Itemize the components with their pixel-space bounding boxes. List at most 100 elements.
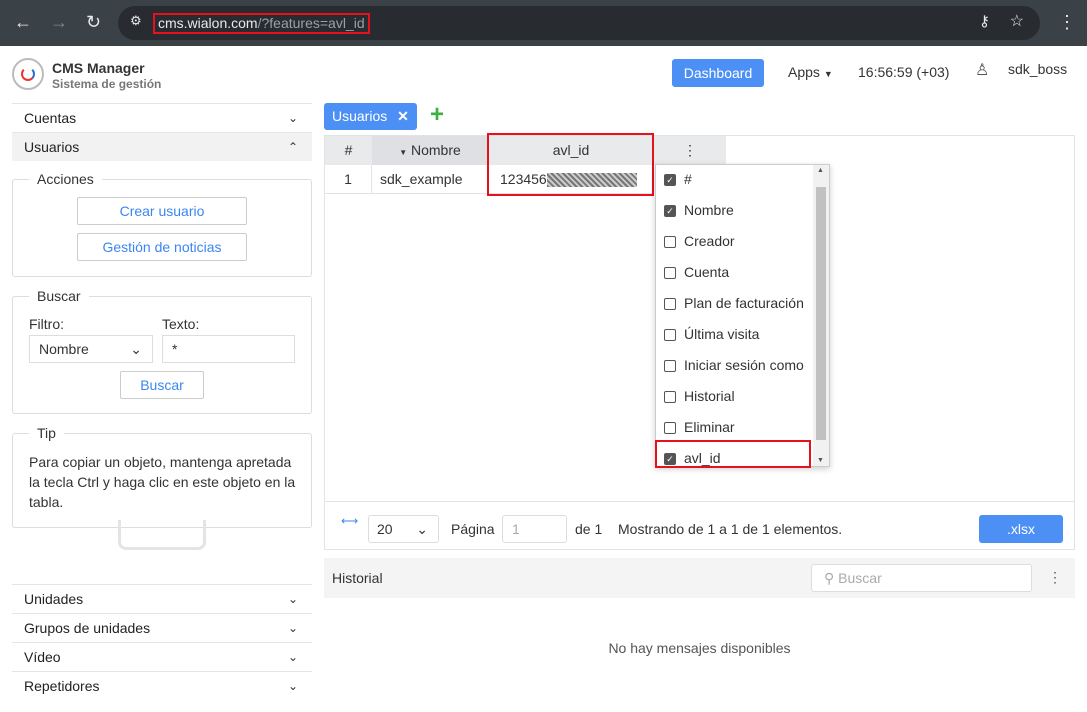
sidebar-item-grupos[interactable]: Grupos de unidades ⌄: [12, 613, 312, 642]
key-icon[interactable]: ⚷: [979, 12, 990, 30]
tip-text: Para copiar un objeto, mantenga apretada…: [29, 454, 296, 510]
chevron-down-icon: ⌄: [287, 650, 298, 664]
chevron-down-icon: ⌄: [287, 592, 298, 606]
column-option-label: Creador: [684, 233, 735, 249]
crear-usuario-button[interactable]: Crear usuario: [77, 197, 247, 225]
column-option[interactable]: Creador: [656, 226, 814, 257]
caret-down-icon: ▼: [823, 69, 833, 79]
apps-menu[interactable]: Apps ▼: [788, 64, 833, 80]
back-icon[interactable]: ←: [14, 12, 32, 33]
buscar-panel: Buscar Filtro: Texto: Nombre ⌄ * Buscar: [12, 288, 312, 414]
close-icon[interactable]: ✕: [397, 108, 409, 124]
panel-legend: Tip: [29, 425, 64, 441]
column-option-label: #: [684, 171, 692, 187]
add-tab-icon[interactable]: +: [430, 101, 444, 129]
column-label: Nombre: [411, 142, 461, 158]
panel-legend: Buscar: [29, 288, 89, 304]
texto-label: Texto:: [162, 316, 200, 332]
gestion-noticias-button[interactable]: Gestión de noticias: [77, 233, 247, 261]
checkbox[interactable]: ✓: [664, 174, 676, 186]
column-option[interactable]: Eliminar: [656, 412, 814, 443]
page-count: de 1: [575, 521, 603, 537]
reload-icon[interactable]: ↻: [86, 12, 101, 33]
page-label: Página: [451, 521, 495, 537]
sidebar-item-label: Vídeo: [24, 649, 61, 665]
app-subtitle: Sistema de gestión: [52, 77, 162, 91]
star-icon[interactable]: ☆: [1010, 11, 1024, 31]
kebab-icon[interactable]: ⋮: [1048, 569, 1062, 586]
chevron-down-icon: ⌄: [287, 111, 298, 125]
showing-text: Mostrando de 1 a 1 de 1 elementos.: [618, 521, 843, 537]
sidebar-item-usuarios[interactable]: Usuarios ⌃: [12, 132, 312, 161]
chevron-down-icon: ⌄: [287, 621, 298, 635]
export-xlsx-button[interactable]: .xlsx: [979, 515, 1063, 543]
history-title: Historial: [332, 570, 383, 586]
column-option[interactable]: Cuenta: [656, 257, 814, 288]
username[interactable]: sdk_boss: [1008, 61, 1067, 77]
apps-label: Apps: [788, 64, 820, 80]
history-search-input[interactable]: ⚲ Buscar: [811, 564, 1032, 592]
history-empty-text: No hay mensajes disponibles: [608, 640, 791, 656]
column-option[interactable]: ✓ Nombre: [656, 195, 814, 226]
column-option[interactable]: Última visita: [656, 319, 814, 350]
tip-illustration-icon: [118, 520, 206, 550]
kebab-icon: ⋮: [683, 142, 697, 158]
column-option-label: Iniciar sesión como: [684, 357, 804, 373]
checkbox[interactable]: [664, 422, 676, 434]
scroll-up-icon[interactable]: ▲: [817, 167, 824, 174]
column-header-nombre[interactable]: ▼ Nombre: [372, 136, 488, 165]
column-header-number[interactable]: #: [325, 136, 372, 165]
scrollbar[interactable]: ▲ ▼: [813, 165, 829, 466]
menu-icon[interactable]: ⋮: [1058, 12, 1076, 33]
texto-input[interactable]: *: [162, 335, 295, 363]
checkbox[interactable]: [664, 329, 676, 341]
per-page-value: 20: [377, 521, 393, 537]
sidebar-item-label: Cuentas: [24, 110, 77, 126]
history-header: Historial ⚲ Buscar ⋮: [324, 558, 1075, 598]
tab-label: Usuarios: [332, 108, 388, 124]
checkbox[interactable]: [664, 236, 676, 248]
acciones-panel: Acciones Crear usuario Gestión de notici…: [12, 171, 312, 277]
filtro-value: Nombre: [39, 341, 89, 357]
url-text[interactable]: cms.wialon.com/?features=avl_id: [153, 13, 370, 34]
sidebar-item-label: Grupos de unidades: [24, 620, 151, 636]
dashboard-button[interactable]: Dashboard: [672, 59, 764, 87]
checkbox[interactable]: [664, 298, 676, 310]
column-option-label: Última visita: [684, 326, 760, 342]
forward-icon[interactable]: →: [50, 12, 68, 33]
sidebar-item-repetidores[interactable]: Repetidores ⌄: [12, 671, 312, 700]
browser-toolbar: ← → ↻ ⚙ ⚷ ☆ cms.wialon.com/?features=avl…: [0, 0, 1087, 46]
column-option-label: Nombre: [684, 202, 734, 218]
column-option[interactable]: ✓ #: [656, 164, 814, 195]
user-icon[interactable]: ♙: [975, 60, 989, 80]
column-option[interactable]: Plan de facturación: [656, 288, 814, 319]
checkbox[interactable]: [664, 391, 676, 403]
column-option[interactable]: Iniciar sesión como: [656, 350, 814, 381]
buscar-button[interactable]: Buscar: [120, 371, 204, 399]
page-input[interactable]: 1: [502, 515, 567, 543]
chevron-down-icon: ⌄: [416, 521, 428, 537]
checkbox[interactable]: [664, 360, 676, 372]
scrollbar-thumb[interactable]: [816, 187, 826, 440]
site-settings-icon[interactable]: ⚙: [130, 13, 142, 29]
fit-width-icon[interactable]: ⟷: [341, 514, 358, 528]
per-page-select[interactable]: 20 ⌄: [368, 515, 439, 543]
search-placeholder: Buscar: [838, 570, 882, 586]
cell-nombre: sdk_example: [372, 165, 488, 194]
column-option-label: Plan de facturación: [684, 295, 804, 311]
sidebar-item-video[interactable]: Vídeo ⌄: [12, 642, 312, 671]
column-option-label: Cuenta: [684, 264, 730, 280]
column-menu-button[interactable]: ⋮: [654, 136, 726, 165]
sidebar-item-unidades[interactable]: Unidades ⌄: [12, 584, 312, 613]
checkbox[interactable]: ✓: [664, 205, 676, 217]
column-chooser-menu: ▲ ▼ ✓ # ✓ Nombre Creador Cuenta Plan de factur…: [655, 164, 830, 467]
filtro-select[interactable]: Nombre ⌄: [29, 335, 153, 363]
column-option[interactable]: Historial: [656, 381, 814, 412]
scroll-down-icon[interactable]: ▼: [817, 457, 824, 464]
sidebar-item-label: Usuarios: [24, 139, 80, 155]
chevron-down-icon: ⌄: [130, 341, 142, 357]
checkbox[interactable]: [664, 267, 676, 279]
sidebar-item-cuentas[interactable]: Cuentas ⌄: [12, 103, 312, 132]
tab-usuarios[interactable]: Usuarios ✕: [324, 103, 417, 130]
chevron-down-icon: ⌄: [287, 679, 298, 693]
